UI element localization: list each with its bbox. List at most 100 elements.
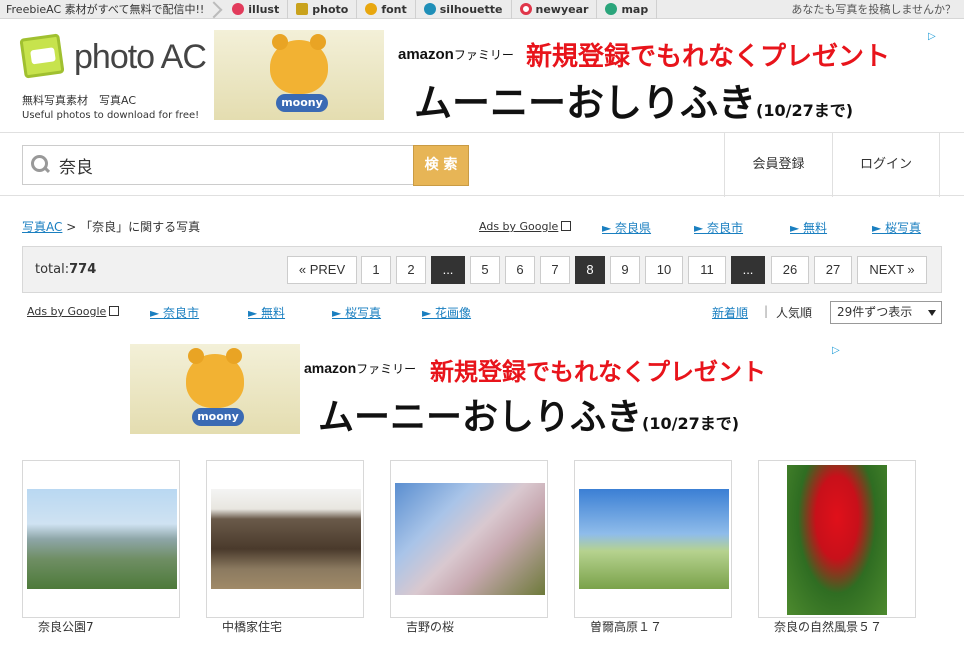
sort-newest-link[interactable]: 新着順 bbox=[712, 304, 748, 321]
photo-caption[interactable]: 中橋家住宅 bbox=[222, 618, 282, 635]
register-link[interactable]: 会員登録 bbox=[724, 133, 832, 197]
ad-product-name: ムーニーおしりふき bbox=[318, 397, 643, 434]
map-icon bbox=[605, 3, 618, 15]
site-label: illust bbox=[248, 2, 280, 16]
photo-thumbnail[interactable] bbox=[206, 460, 364, 618]
photo-ac-logo-icon bbox=[19, 33, 65, 79]
photo-caption[interactable]: 奈良の自然風景５７ bbox=[774, 618, 882, 635]
external-link-icon bbox=[109, 306, 120, 316]
site-link-font[interactable]: font bbox=[357, 0, 416, 19]
page-button[interactable]: 1 bbox=[361, 256, 391, 284]
search-row: 検 索 会員登録 ログイン bbox=[0, 132, 964, 197]
page-ellipsis: ... bbox=[731, 256, 765, 284]
current-page: 8 bbox=[575, 256, 605, 284]
chevron-down-icon bbox=[928, 310, 936, 316]
ad-product: ムーニーおしりふき(10/27まで) bbox=[414, 72, 853, 120]
photo-image bbox=[27, 489, 177, 589]
sort-popular[interactable]: 人気順 bbox=[776, 304, 812, 321]
site-link-photo[interactable]: photo bbox=[288, 0, 358, 19]
banner-ad-middle[interactable]: moony amazonファミリー 新規登録でもれなくプレゼント ムーニーおしり… bbox=[130, 344, 846, 434]
site-label: font bbox=[381, 2, 407, 16]
photo-image bbox=[395, 483, 545, 595]
next-page-button[interactable]: NEXT » bbox=[857, 256, 927, 284]
search-input[interactable] bbox=[59, 155, 399, 175]
ad-brand-suffix: ファミリー bbox=[356, 362, 417, 376]
page-button[interactable]: 2 bbox=[396, 256, 426, 284]
ad-brand: amazonファミリー bbox=[398, 46, 514, 63]
prev-page-button[interactable]: « PREV bbox=[287, 256, 357, 284]
illust-icon bbox=[232, 3, 245, 15]
ad-link-nara-city[interactable]: ► 奈良市 bbox=[694, 219, 743, 236]
site-label: map bbox=[621, 2, 649, 16]
photo-thumbnail[interactable] bbox=[758, 460, 916, 618]
ad-product-image: moony bbox=[214, 30, 384, 120]
site-link-newyear[interactable]: newyear bbox=[512, 0, 598, 19]
ad-link-flower[interactable]: ► 花画像 bbox=[422, 304, 471, 321]
banner-ad-top[interactable]: moony amazonファミリー 新規登録でもれなくプレゼント ムーニーおしり… bbox=[214, 30, 942, 120]
newyear-icon bbox=[519, 3, 532, 15]
ads-by-google-label: Ads by Google bbox=[27, 305, 107, 318]
freebie-link[interactable]: FreebieAC 素材がすべて無料で配信中!! bbox=[0, 0, 224, 19]
site-label: photo bbox=[312, 2, 349, 16]
site-link-silhouette[interactable]: silhouette bbox=[416, 0, 512, 19]
site-link-illust[interactable]: illust bbox=[224, 0, 289, 19]
page-button[interactable]: 7 bbox=[540, 256, 570, 284]
page-button[interactable]: 5 bbox=[470, 256, 500, 284]
breadcrumb-home[interactable]: 写真AC bbox=[22, 220, 62, 234]
ad-until: (10/27まで) bbox=[756, 101, 854, 120]
ad-product-image: moony bbox=[130, 344, 300, 434]
login-link[interactable]: ログイン bbox=[832, 133, 940, 197]
page-button[interactable]: 6 bbox=[505, 256, 535, 284]
ads-by-google-bottom[interactable]: Ads by Google bbox=[27, 305, 120, 318]
pagination-bar: total:774 « PREV 1 2 ... 5 6 7 8 9 10 11… bbox=[22, 246, 942, 293]
ad-link-nara-pref[interactable]: ► 奈良県 bbox=[602, 219, 651, 236]
ad-link-sakura[interactable]: ► 桜写真 bbox=[872, 219, 921, 236]
page-button[interactable]: 27 bbox=[814, 256, 852, 284]
adchoices-icon[interactable]: ▷ bbox=[832, 346, 842, 356]
breadcrumb-separator: > bbox=[66, 220, 77, 234]
photo-thumbnail[interactable] bbox=[390, 460, 548, 618]
post-photo-link[interactable]: あなたも写真を投稿しませんか？ bbox=[791, 1, 964, 17]
logo-tagline-en: Useful photos to download for free! bbox=[22, 110, 200, 121]
photo-caption[interactable]: 奈良公園7 bbox=[38, 618, 94, 635]
breadcrumb: 写真AC > 「奈良」に関する写真 bbox=[22, 218, 200, 235]
ad-link-free[interactable]: ► 無料 bbox=[790, 219, 827, 236]
per-page-value: 29件ずつ表示 bbox=[837, 305, 913, 319]
page-button[interactable]: 10 bbox=[645, 256, 683, 284]
photo-thumbnail[interactable] bbox=[574, 460, 732, 618]
search-icon bbox=[31, 155, 51, 175]
font-icon bbox=[365, 3, 378, 15]
ad-product-name: ムーニーおしりふき bbox=[414, 81, 757, 120]
ad-product: ムーニーおしりふき(10/27まで) bbox=[318, 388, 739, 434]
photo-caption[interactable]: 吉野の桜 bbox=[406, 618, 454, 635]
bear-illustration bbox=[270, 34, 328, 94]
search-button[interactable]: 検 索 bbox=[413, 145, 469, 186]
photo-caption[interactable]: 曽爾高原１７ bbox=[590, 618, 662, 635]
ad-link-free[interactable]: ► 無料 bbox=[248, 304, 285, 321]
site-link-map[interactable]: map bbox=[597, 0, 658, 19]
ads-by-google-top[interactable]: Ads by Google bbox=[479, 220, 572, 233]
site-label: newyear bbox=[535, 2, 589, 16]
silhouette-icon bbox=[423, 3, 436, 15]
logo-text: photo AC bbox=[74, 38, 207, 76]
page-button[interactable]: 9 bbox=[610, 256, 640, 284]
photo-thumbnail[interactable] bbox=[22, 460, 180, 618]
ad-brand: amazonファミリー bbox=[304, 360, 416, 377]
ad-link-nara-city[interactable]: ► 奈良市 bbox=[150, 304, 199, 321]
page-ellipsis: ... bbox=[431, 256, 465, 284]
per-page-select[interactable]: 29件ずつ表示 bbox=[830, 301, 942, 324]
sort-separator: | bbox=[764, 304, 769, 318]
ad-brand-name: amazon bbox=[398, 46, 454, 63]
ad-headline: 新規登録でもれなくプレゼント bbox=[526, 42, 891, 72]
page-button[interactable]: 11 bbox=[688, 256, 726, 284]
page-button[interactable]: 26 bbox=[771, 256, 809, 284]
ad-link-sakura[interactable]: ► 桜写真 bbox=[332, 304, 381, 321]
search-box[interactable] bbox=[22, 145, 414, 185]
moony-label: moony bbox=[276, 94, 328, 112]
bear-illustration bbox=[186, 348, 244, 408]
photo-image bbox=[211, 489, 361, 589]
adchoices-icon[interactable]: ▷ bbox=[928, 32, 938, 42]
breadcrumb-current: 「奈良」に関する写真 bbox=[80, 220, 201, 234]
top-bar: FreebieAC 素材がすべて無料で配信中!! illust photo fo… bbox=[0, 0, 964, 19]
moony-label: moony bbox=[192, 408, 244, 426]
